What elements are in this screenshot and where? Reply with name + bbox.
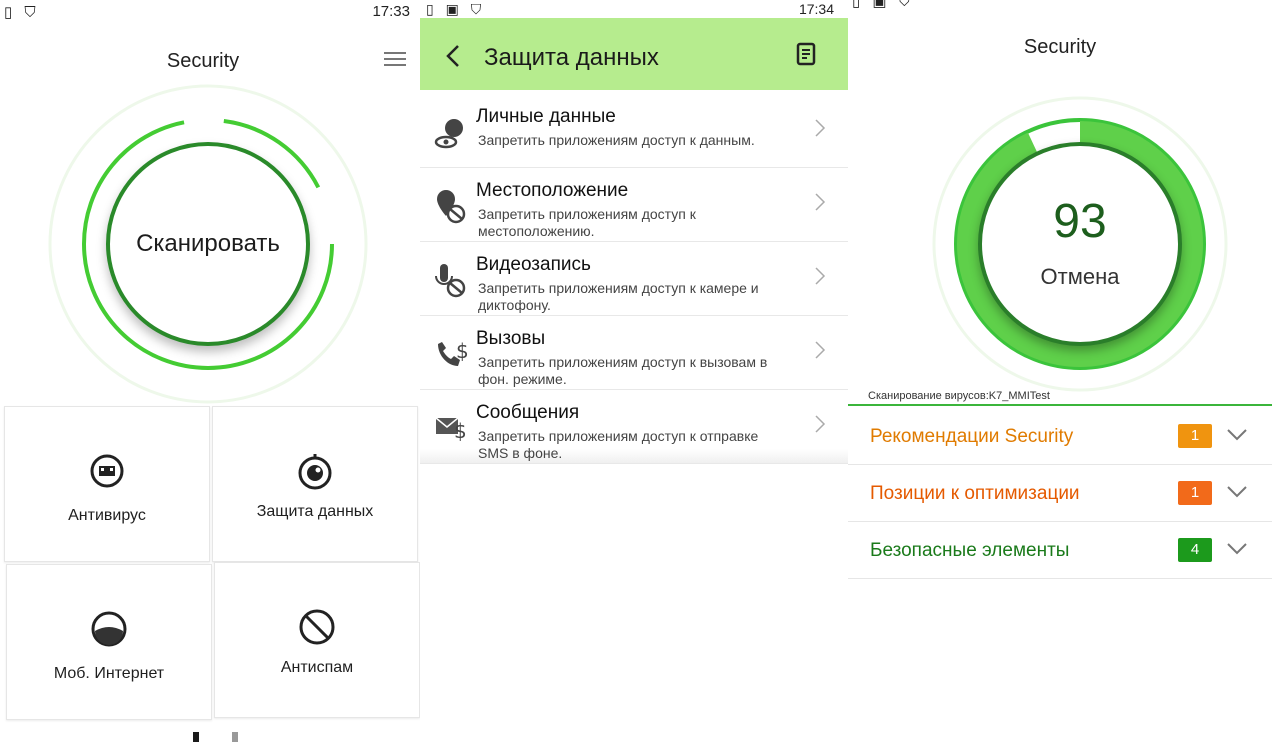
tile-data-protection[interactable]: Защита данных	[212, 406, 418, 562]
nav-mark	[193, 732, 199, 742]
item-title: Местоположение	[476, 180, 629, 201]
chevron-down-icon[interactable]	[1226, 428, 1248, 442]
scan-results-list: Рекомендации Security 1 Позиции к оптими…	[848, 408, 1272, 579]
item-title: Вызовы	[476, 328, 546, 349]
item-description: Запретить приложениям доступ к местополо…	[478, 206, 696, 239]
location-icon	[437, 190, 466, 224]
result-row-recommendations[interactable]: Рекомендации Security 1	[848, 408, 1272, 465]
nav-mark	[232, 732, 238, 742]
menu-icon[interactable]	[384, 48, 406, 66]
page-title: Security	[1023, 36, 1097, 58]
tile-label: Моб. Интернет	[53, 665, 165, 682]
list-item-messages[interactable]: $ Сообщения Запретить приложениям доступ…	[420, 390, 848, 464]
cancel-label: Отмена	[1040, 264, 1120, 289]
tile-label: Защита данных	[256, 503, 374, 520]
mobile-data-icon	[91, 611, 127, 647]
virus-icon	[90, 454, 124, 488]
scan-progress-screen: ▯ ▣ ⛉ Security 93 Отмена Сканирование ви…	[848, 0, 1272, 742]
status-notification-icons: ▯ ▣ ⛉	[426, 1, 486, 17]
microphone-icon	[435, 264, 466, 298]
list-item-calls[interactable]: $ Вызовы Запретить приложениям доступ к …	[420, 316, 848, 390]
scan-ring: Сканировать	[46, 82, 370, 406]
result-row-optimization[interactable]: Позиции к оптимизации 1	[848, 465, 1272, 522]
status-bar: ▯ ▣ ⛉ 17:34	[420, 0, 848, 18]
app-bar: Защита данных	[420, 18, 848, 90]
list-item-personal-data[interactable]: Личные данные Запретить приложениям дост…	[420, 94, 848, 168]
permission-list: Личные данные Запретить приложениям дост…	[420, 94, 848, 464]
chevron-right-icon	[815, 193, 826, 211]
item-description: Запретить приложениям доступ к вызовам в…	[478, 354, 768, 387]
tile-mobile-internet[interactable]: Моб. Интернет	[6, 564, 212, 720]
item-title: Видеозапись	[476, 254, 591, 275]
page-title: Security	[166, 50, 240, 72]
privacy-eye-icon	[298, 454, 332, 490]
feature-grid: Антивирус Защита данных Моб. Интернет Ан…	[4, 406, 420, 722]
list-item-video-recording[interactable]: Видеозапись Запретить приложениям доступ…	[420, 242, 848, 316]
result-label: Безопасные элементы	[870, 540, 1070, 561]
tile-label: Антивирус	[68, 507, 146, 524]
item-title: Личные данные	[476, 106, 616, 127]
data-protection-screen: Защита данных ▯ ▣ ⛉ 17:34 Личные данные …	[420, 0, 848, 742]
security-home-screen: ▯ ⛉ 17:33 Security Сканировать Антивирус	[0, 0, 420, 742]
count-badge: 1	[1178, 424, 1212, 448]
status-bar: ▯ ▣ ⛉	[848, 0, 1272, 24]
cancel-scan-button[interactable]: 93 Отмена	[978, 142, 1182, 346]
tile-antispam[interactable]: Антиспам	[214, 562, 420, 718]
item-description: Запретить приложениям доступ к данным.	[478, 132, 755, 148]
chevron-right-icon	[815, 415, 826, 433]
tile-antivirus[interactable]: Антивирус	[4, 406, 210, 562]
svg-text:$: $	[454, 419, 467, 443]
item-description: Запретить приложениям доступ к камере и …	[478, 280, 759, 313]
item-description: Запретить приложениям доступ к отправке …	[478, 428, 759, 461]
chevron-right-icon	[815, 119, 826, 137]
back-arrow-icon[interactable]	[444, 44, 462, 68]
call-icon: $	[438, 339, 469, 366]
progress-gauge: 93 Отмена	[930, 94, 1230, 394]
tile-label: Антиспам	[280, 659, 354, 676]
result-row-safe-items[interactable]: Безопасные элементы 4	[848, 522, 1272, 579]
status-bar: ▯ ⛉ 17:33	[0, 0, 420, 24]
personal-data-icon	[434, 119, 463, 149]
status-time: 17:33	[372, 3, 410, 20]
status-notification-icons: ▯ ▣ ⛉	[852, 0, 915, 10]
chevron-right-icon	[815, 341, 826, 359]
item-title: Сообщения	[476, 402, 580, 423]
scan-progress-bar	[848, 404, 1272, 406]
list-item-location[interactable]: Местоположение Запретить приложениям дос…	[420, 168, 848, 242]
progress-value: 93	[1053, 195, 1107, 248]
chevron-down-icon[interactable]	[1226, 485, 1248, 499]
log-icon[interactable]	[796, 42, 818, 66]
chevron-down-icon[interactable]	[1226, 542, 1248, 556]
chevron-right-icon	[815, 267, 826, 285]
scan-status-text: Сканирование вирусов:K7_MMITest	[868, 390, 1050, 402]
status-notification-icons: ▯ ⛉	[4, 4, 40, 21]
sms-icon: $	[435, 417, 467, 443]
result-label: Рекомендации Security	[870, 426, 1074, 447]
count-badge: 1	[1178, 481, 1212, 505]
svg-text:$: $	[456, 339, 469, 363]
page-title: Защита данных	[484, 44, 659, 71]
count-badge: 4	[1178, 538, 1212, 562]
result-label: Позиции к оптимизации	[870, 483, 1080, 504]
block-icon	[299, 609, 335, 645]
status-time: 17:34	[798, 1, 834, 17]
scan-button[interactable]: Сканировать	[106, 142, 310, 346]
